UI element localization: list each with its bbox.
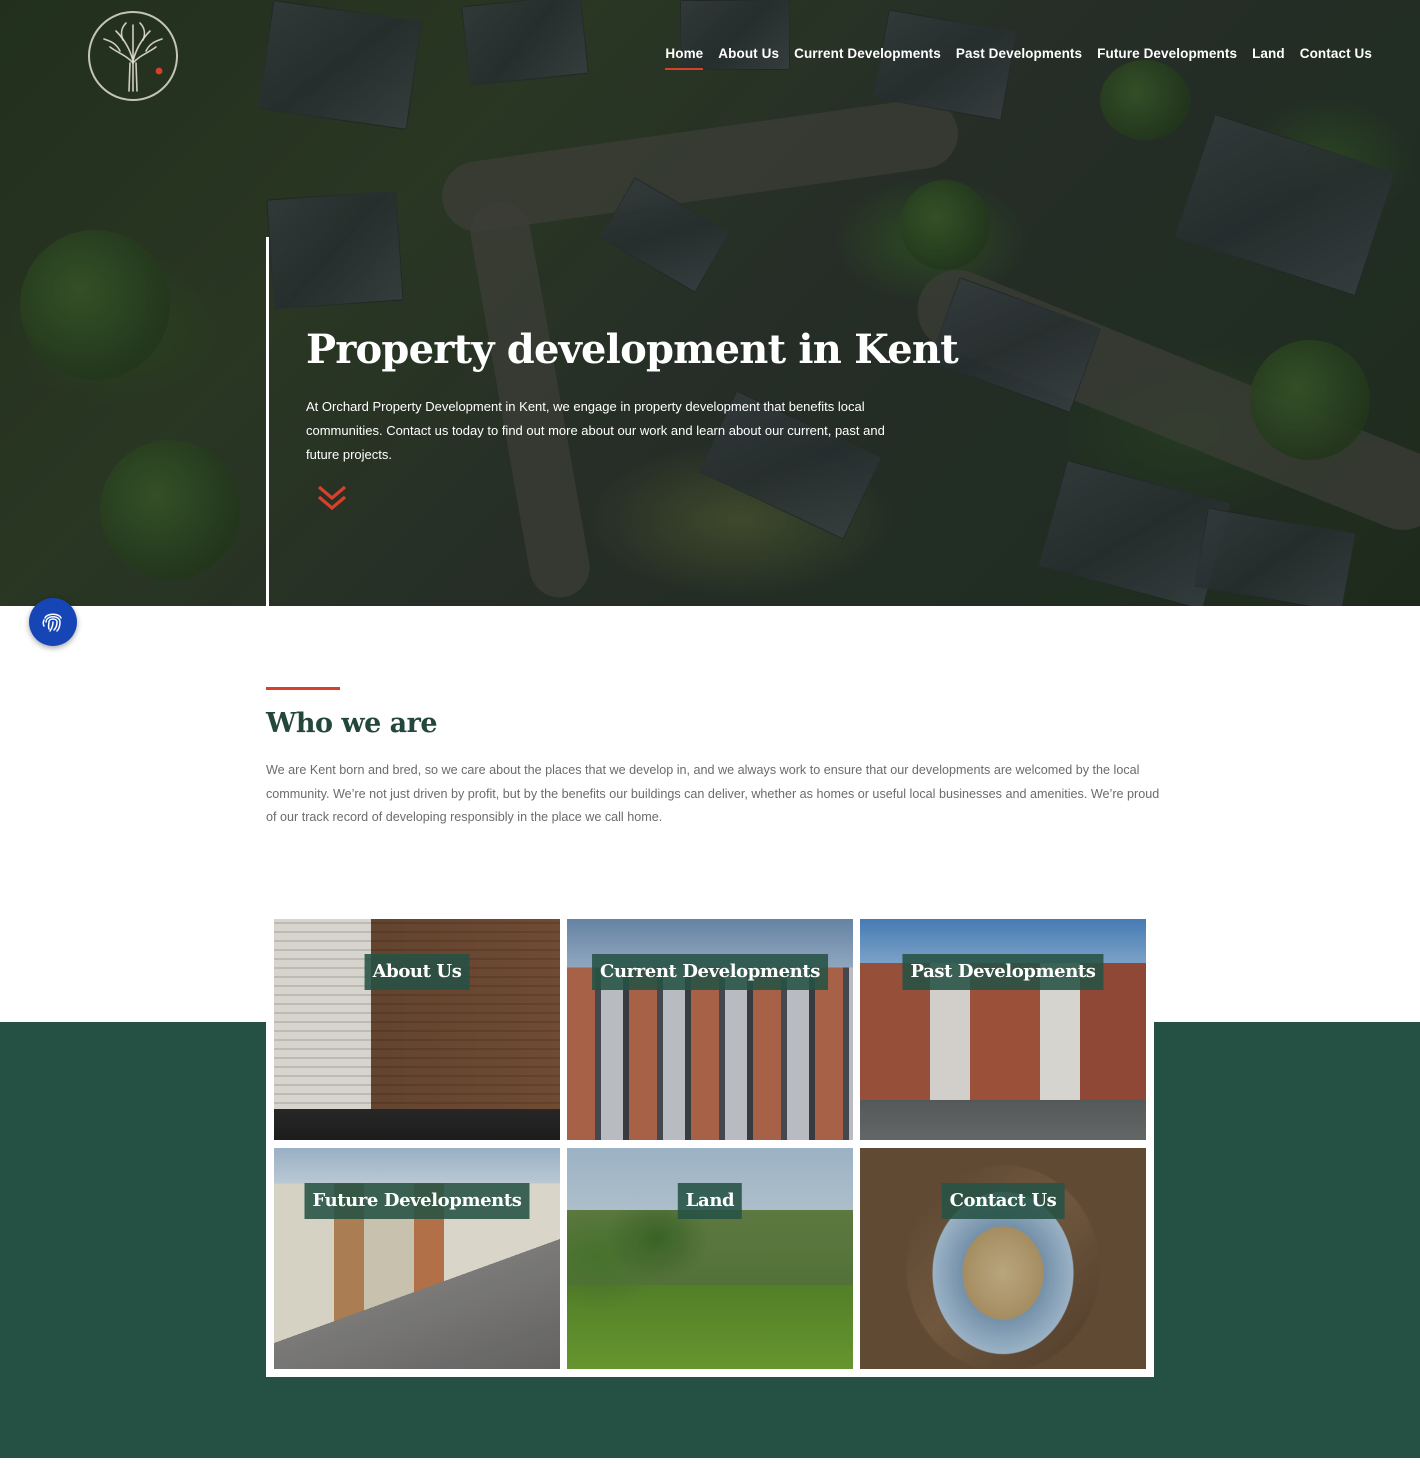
tile-past-developments[interactable]: Past Developments (860, 919, 1146, 1140)
double-chevron-down-graphic (317, 485, 347, 511)
accessibility-button[interactable] (29, 598, 77, 646)
tree-logo-icon[interactable] (88, 11, 178, 101)
nav-past-developments[interactable]: Past Developments (956, 46, 1082, 61)
tree-logo-graphic (103, 22, 163, 92)
tile-about-us[interactable]: About Us (274, 919, 560, 1140)
tile-future-developments[interactable]: Future Developments (274, 1148, 560, 1369)
tile-image (860, 919, 1146, 1140)
hero-title: Property development in Kent (306, 326, 959, 373)
fingerprint-icon (42, 613, 62, 632)
who-we-are-title: Who we are (266, 708, 438, 739)
tile-contact-us[interactable]: Contact Us (860, 1148, 1146, 1369)
hero-section: Home About Us Current Developments Past … (0, 0, 1420, 606)
tile-label: Land (677, 1183, 743, 1219)
tile-current-developments[interactable]: Current Developments (567, 919, 853, 1140)
tile-label: About Us (364, 954, 470, 990)
tile-image (567, 919, 853, 1140)
tile-image (274, 1148, 560, 1369)
tiles-grid: About Us Current Developments Past Devel… (266, 911, 1154, 1377)
tile-label: Future Developments (304, 1183, 530, 1219)
tile-land[interactable]: Land (567, 1148, 853, 1369)
main-nav: Home About Us Current Developments Past … (665, 46, 1372, 70)
tile-image (274, 919, 560, 1140)
nav-future-developments[interactable]: Future Developments (1097, 46, 1237, 61)
tile-image (567, 1148, 853, 1369)
hero-overlay (0, 0, 1420, 606)
nav-about-us[interactable]: About Us (718, 46, 779, 61)
nav-current-developments[interactable]: Current Developments (794, 46, 941, 61)
nav-contact-us[interactable]: Contact Us (1300, 46, 1372, 61)
tile-label: Contact Us (941, 1183, 1065, 1219)
who-we-are-text: We are Kent born and bred, so we care ab… (266, 763, 1160, 824)
tile-label: Current Developments (592, 954, 828, 990)
nav-home[interactable]: Home (665, 46, 704, 70)
section-accent-bar (266, 687, 340, 690)
tile-image (860, 1148, 1146, 1369)
hero-vertical-line (266, 237, 269, 606)
nav-land[interactable]: Land (1252, 46, 1285, 61)
hero-description: At Orchard Property Development in Kent,… (306, 399, 885, 462)
tile-label: Past Developments (902, 954, 1104, 990)
double-chevron-down-icon[interactable] (317, 483, 347, 513)
